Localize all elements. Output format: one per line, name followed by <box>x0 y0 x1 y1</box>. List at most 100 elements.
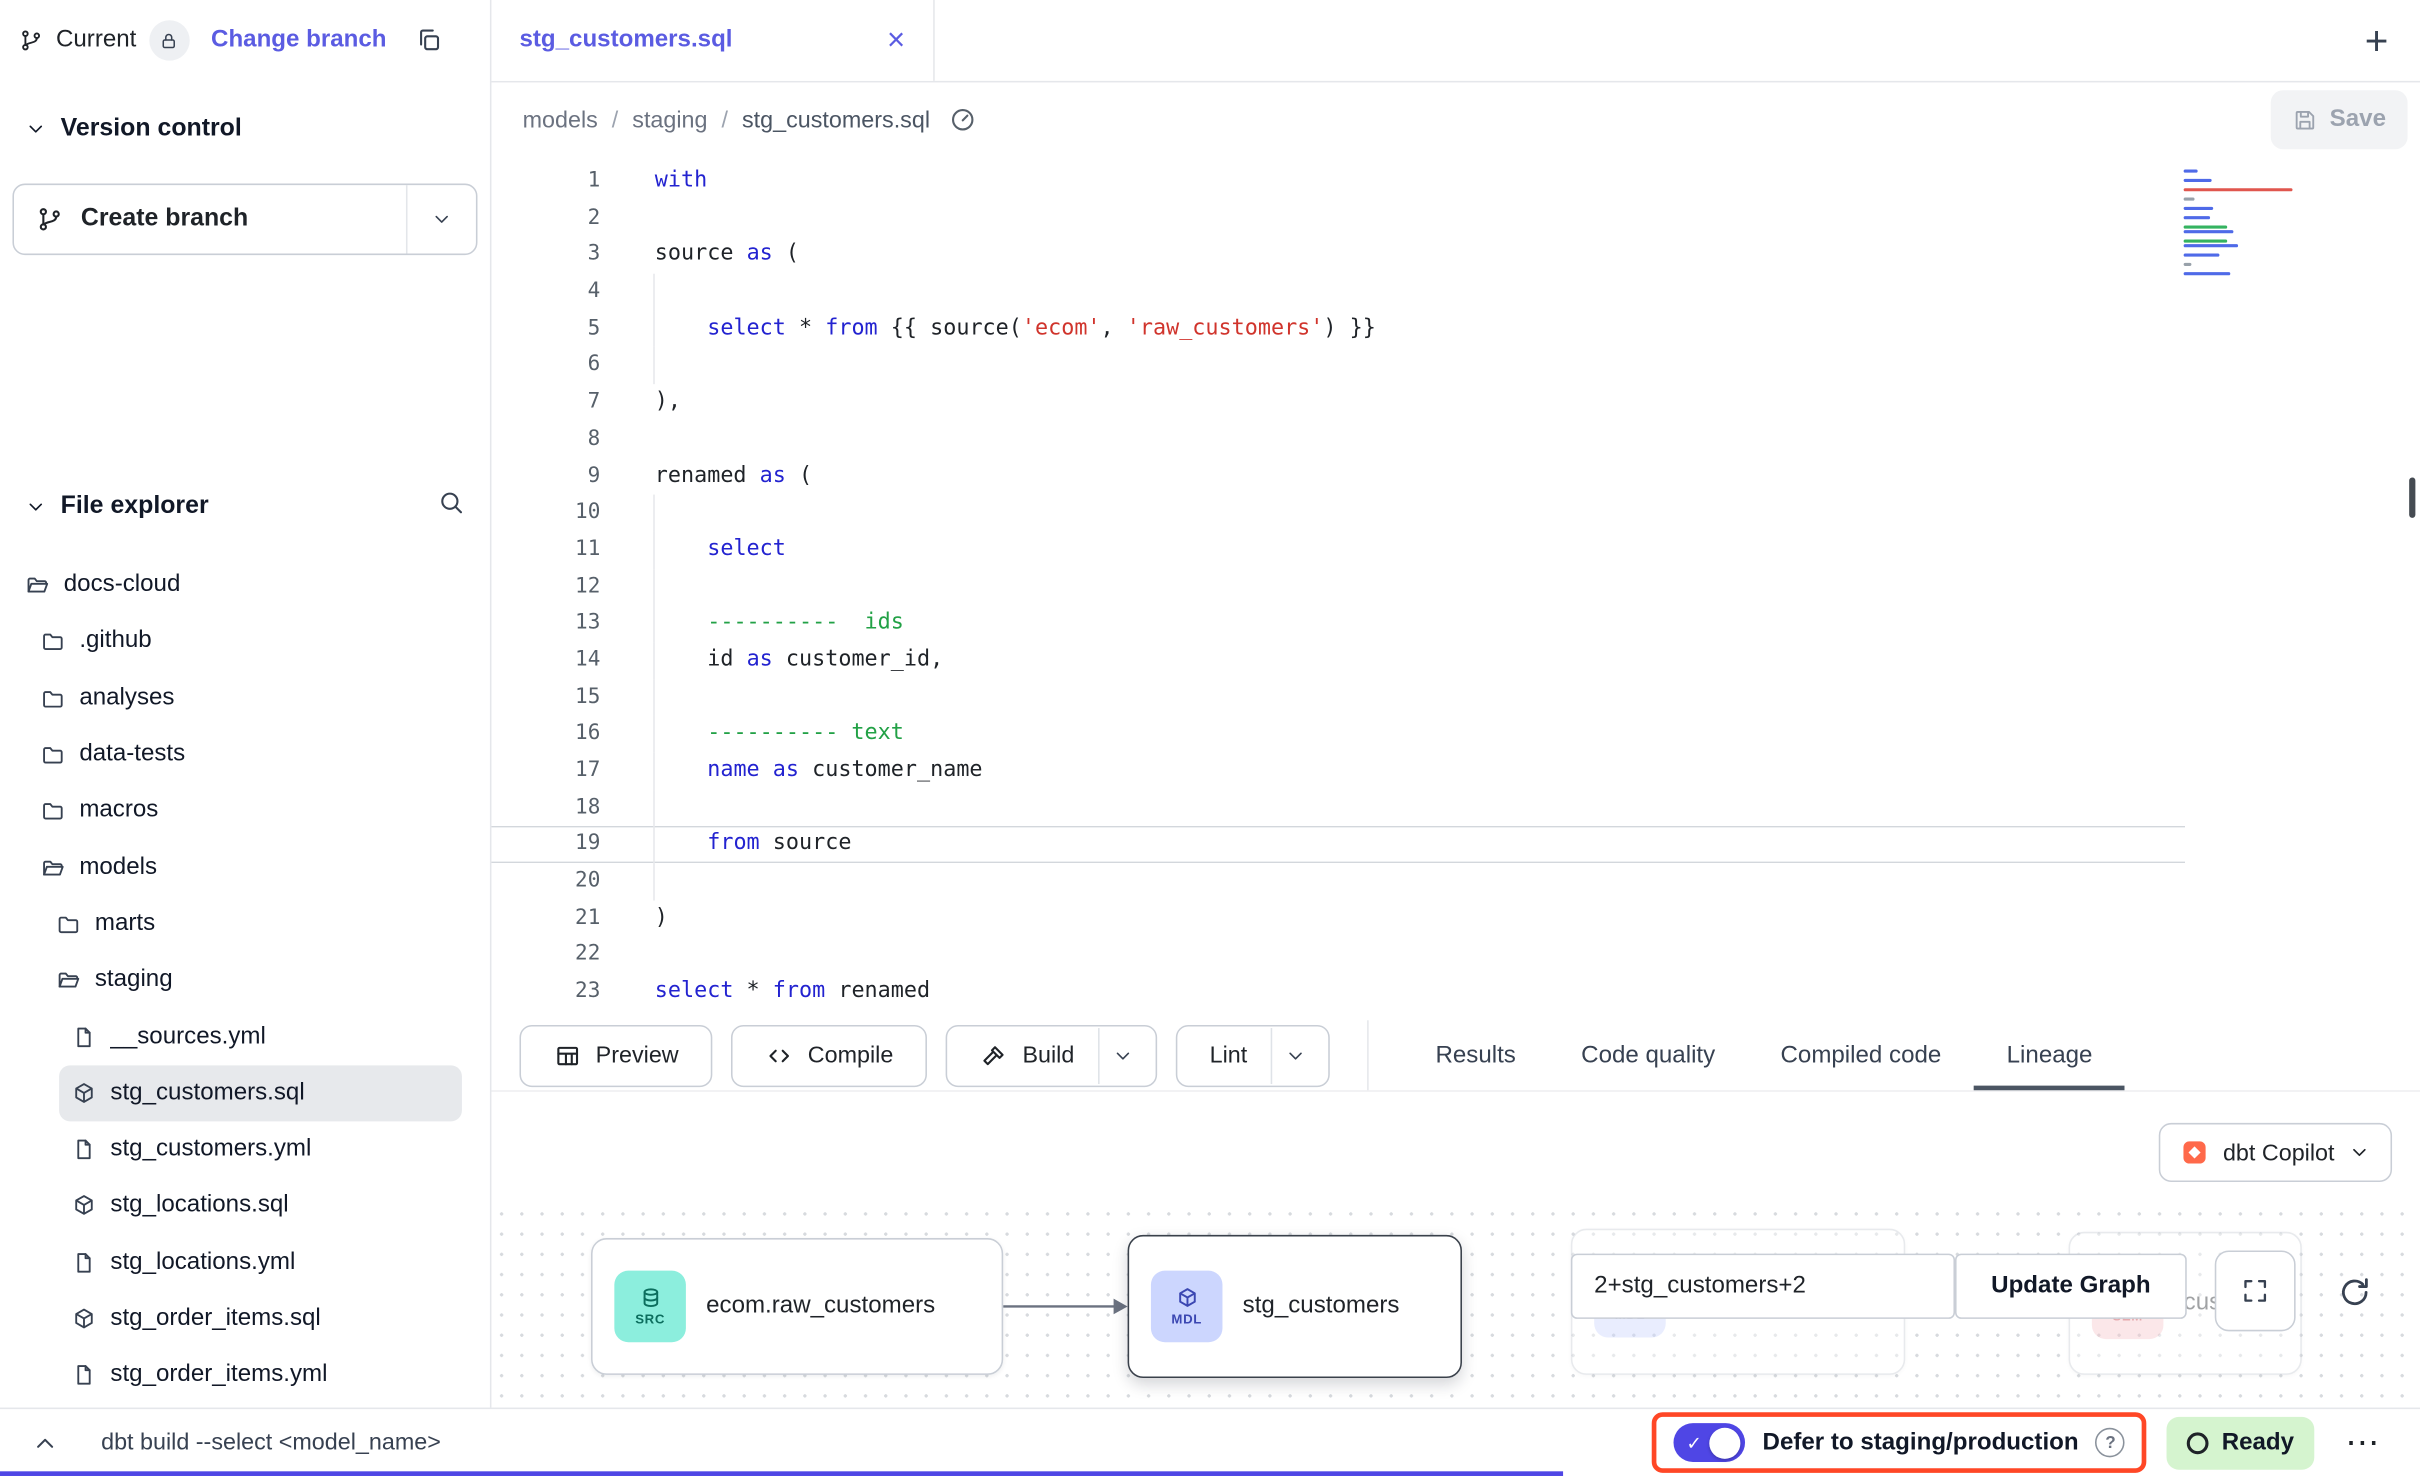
file-tree-item[interactable]: data-tests <box>28 726 462 782</box>
code-line[interactable]: 23select * from renamed <box>491 974 2185 1011</box>
code-line[interactable]: 9renamed as ( <box>491 458 2185 495</box>
status-bar: dbt build --select <model_name> ✓ Defer … <box>0 1408 2420 1476</box>
file-name: models <box>79 853 157 881</box>
file-tree-item[interactable]: __sources.yml <box>59 1008 462 1064</box>
line-number: 19 <box>491 826 600 863</box>
search-icon[interactable] <box>437 488 465 516</box>
lineage-canvas[interactable]: MDL customers SEM cus SRC ec <box>491 1204 2420 1411</box>
file-tree-item[interactable]: stg_locations.yml <box>59 1234 462 1290</box>
create-branch-dropdown[interactable] <box>406 185 476 253</box>
code-line[interactable]: 10 <box>491 495 2185 532</box>
minimap[interactable] <box>2184 170 2308 277</box>
file-tree-item[interactable]: models <box>28 839 462 895</box>
code-line[interactable]: 21) <box>491 900 2185 937</box>
code-line[interactable]: 18 <box>491 790 2185 827</box>
lint-button[interactable]: Lint <box>1175 1024 1329 1086</box>
file-name: marts <box>95 910 155 938</box>
lineage-selector-input[interactable] <box>1571 1254 1955 1319</box>
update-graph-button[interactable]: Update Graph <box>1955 1254 2187 1319</box>
create-branch-button[interactable]: Create branch <box>12 184 477 256</box>
file-tree-item[interactable]: docs-cloud <box>12 557 461 613</box>
code-editor[interactable]: 1with23source as (45 select * from {{ so… <box>491 157 2420 1020</box>
close-tab-icon[interactable]: × <box>887 25 905 56</box>
fullscreen-icon <box>2240 1275 2271 1306</box>
copy-icon[interactable] <box>415 26 443 54</box>
editor-scrollbar[interactable] <box>2409 477 2415 517</box>
code-line[interactable]: 11 select <box>491 532 2185 569</box>
file-tree-item[interactable]: stg_customers.sql <box>59 1065 462 1121</box>
fullscreen-button[interactable] <box>2215 1250 2296 1331</box>
toggle-knob <box>1710 1427 1741 1458</box>
defer-toggle-group: ✓ Defer to staging/production ? <box>1652 1412 2147 1473</box>
breadcrumb-segment[interactable]: stg_customers.sql <box>742 107 930 133</box>
file-tree-item[interactable]: staging <box>44 952 462 1008</box>
version-control-header[interactable]: Version control <box>0 106 490 153</box>
git-branch-icon <box>19 28 44 53</box>
change-branch-link[interactable]: Change branch <box>211 26 386 54</box>
code-line[interactable]: 5 select * from {{ source('ecom', 'raw_c… <box>491 311 2185 348</box>
breadcrumb-segment[interactable]: staging <box>632 107 707 133</box>
line-number: 18 <box>491 790 600 827</box>
code-line[interactable]: 12 <box>491 569 2185 606</box>
dbt-copilot-button[interactable]: dbt Copilot <box>2159 1123 2392 1182</box>
code-line[interactable]: 6 <box>491 348 2185 385</box>
indent-guide <box>653 274 655 311</box>
more-options-button[interactable]: ⋯ <box>2336 1424 2389 1461</box>
code-line[interactable]: 15 <box>491 679 2185 716</box>
file-explorer-header[interactable]: File explorer <box>0 482 490 532</box>
dbt-logo-icon <box>2181 1138 2209 1166</box>
version-control-title: Version control <box>61 115 242 143</box>
file-tree-item[interactable]: stg_locations.sql <box>59 1178 462 1234</box>
tab-code-quality[interactable]: Code quality <box>1548 1020 1747 1090</box>
help-icon[interactable]: ? <box>2096 1428 2126 1458</box>
line-number: 10 <box>491 495 600 532</box>
lint-dropdown[interactable] <box>1271 1027 1319 1083</box>
refresh-button[interactable] <box>2319 1257 2391 1329</box>
tab-compiled-code[interactable]: Compiled code <box>1748 1020 1974 1090</box>
indent-guide <box>653 642 655 679</box>
code-line[interactable]: 14 id as customer_id, <box>491 642 2185 679</box>
file-tree-item[interactable]: analyses <box>28 670 462 726</box>
code-line[interactable]: 20 <box>491 863 2185 900</box>
line-number: 13 <box>491 605 600 642</box>
code-line[interactable]: 17 name as customer_name <box>491 753 2185 790</box>
code-line[interactable]: 7), <box>491 384 2185 421</box>
file-tree-item[interactable]: stg_order_items.yml <box>59 1347 462 1403</box>
command-preview[interactable]: dbt build --select <model_name> <box>101 1429 441 1455</box>
code-line[interactable]: 19 from source <box>491 826 2185 863</box>
code-line[interactable]: 4 <box>491 274 2185 311</box>
lineage-node-model[interactable]: MDL stg_customers <box>1128 1235 1462 1378</box>
build-dropdown[interactable] <box>1098 1027 1146 1083</box>
compile-button[interactable]: Compile <box>732 1024 928 1086</box>
model-icon <box>72 1306 97 1331</box>
line-number: 22 <box>491 937 600 974</box>
editor-tab-active[interactable]: stg_customers.sql × <box>491 0 934 81</box>
line-number: 14 <box>491 642 600 679</box>
line-number: 5 <box>491 311 600 348</box>
current-branch-pill[interactable]: Current <box>19 20 190 60</box>
code-line[interactable]: 13 ---------- ids <box>491 605 2185 642</box>
preview-button[interactable]: Preview <box>519 1024 712 1086</box>
breadcrumb-segment[interactable]: models <box>523 107 598 133</box>
file-tree-item[interactable]: .github <box>28 613 462 669</box>
build-button[interactable]: Build <box>946 1024 1157 1086</box>
defer-toggle[interactable]: ✓ <box>1674 1423 1746 1462</box>
compile-label: Compile <box>808 1042 894 1068</box>
model-timing-icon[interactable] <box>949 106 977 134</box>
code-line[interactable]: 22 <box>491 937 2185 974</box>
save-button[interactable]: Save <box>2271 90 2408 149</box>
file-tree-item[interactable]: stg_customers.yml <box>59 1121 462 1177</box>
tab-lineage[interactable]: Lineage <box>1974 1020 2125 1090</box>
file-tree-item[interactable]: marts <box>44 896 462 952</box>
code-line[interactable]: 2 <box>491 200 2185 237</box>
new-tab-button[interactable]: + <box>2349 12 2405 68</box>
code-line[interactable]: 8 <box>491 421 2185 458</box>
tab-results[interactable]: Results <box>1403 1020 1549 1090</box>
file-tree-item[interactable]: stg_order_items.sql <box>59 1291 462 1347</box>
expand-command-icon[interactable] <box>31 1429 59 1457</box>
file-tree-item[interactable]: macros <box>28 783 462 839</box>
code-line[interactable]: 1with <box>491 163 2185 200</box>
code-line[interactable]: 16 ---------- text <box>491 716 2185 753</box>
lineage-node-source[interactable]: SRC ecom.raw_customers <box>591 1238 1003 1375</box>
code-line[interactable]: 3source as ( <box>491 237 2185 274</box>
